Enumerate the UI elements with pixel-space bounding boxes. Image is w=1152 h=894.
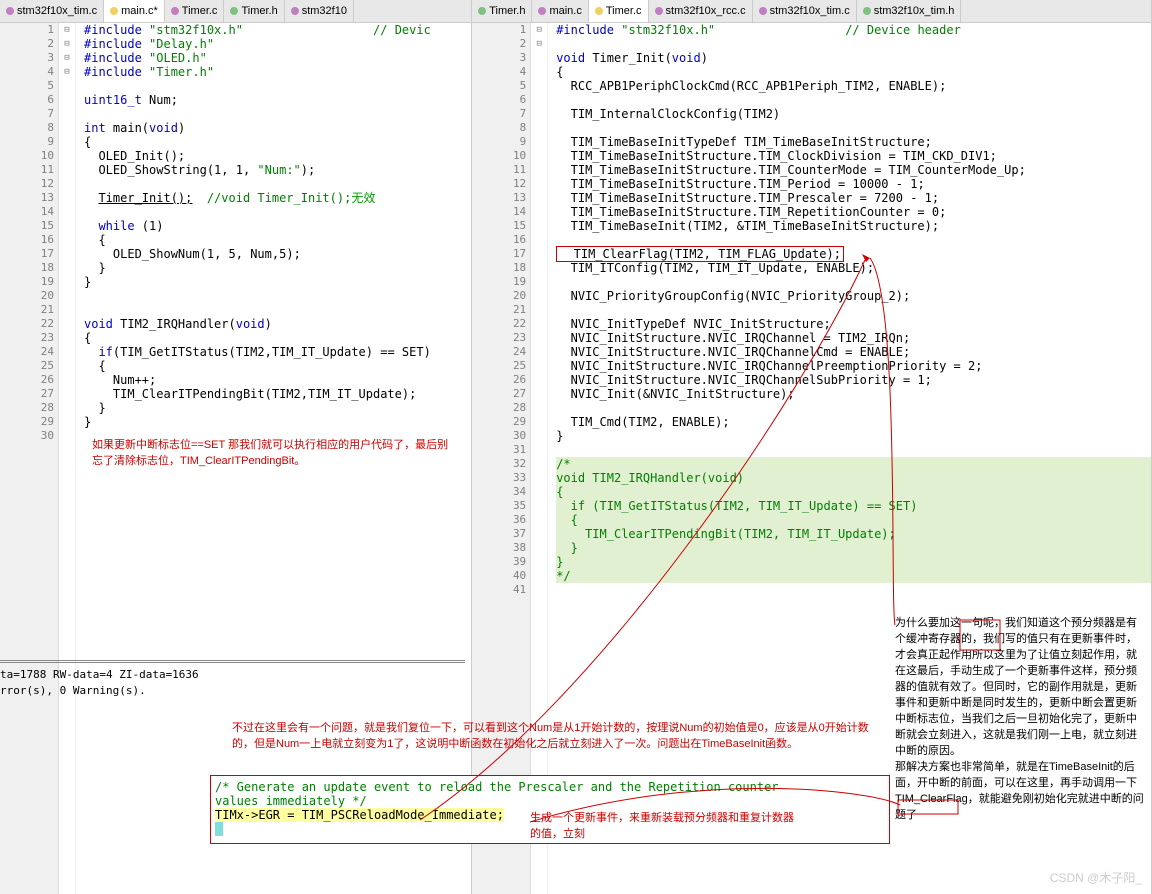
watermark: CSDN @木子阳_ bbox=[1050, 869, 1142, 886]
file-icon bbox=[6, 7, 14, 15]
snippet-line-2: values immediately */ bbox=[215, 794, 885, 808]
file-icon bbox=[291, 7, 299, 15]
annotation-left-red: 如果更新中断标志位==SET 那我们就可以执行相应的用户代码了，最后别忘了清除标… bbox=[92, 437, 452, 469]
tab-timer-c[interactable]: Timer.c bbox=[165, 0, 225, 22]
file-icon bbox=[478, 7, 486, 15]
tab-label: main.c* bbox=[121, 5, 158, 17]
annotation-right-long: 为什么要加这一句呢，我们知道这个预分频器是有个缓冲寄存器的，我们写的值只有在更新… bbox=[895, 615, 1145, 823]
file-icon bbox=[171, 7, 179, 15]
file-icon bbox=[110, 7, 118, 15]
tab-label: Timer.h bbox=[241, 5, 277, 17]
tab-stm32f10x-tim-c[interactable]: stm32f10x_tim.c bbox=[753, 0, 857, 22]
left-fold-column[interactable]: ⊟⊟⊟⊟ bbox=[59, 23, 76, 894]
tab-stm32f10[interactable]: stm32f10 bbox=[285, 0, 354, 22]
snippet-line-3: TIMx->EGR = TIM_PSCReloadMode_Immediate; bbox=[215, 808, 504, 822]
right-gutter: 1234567891011121314151617181920212223242… bbox=[472, 23, 531, 894]
file-icon bbox=[230, 7, 238, 15]
file-icon bbox=[759, 7, 767, 15]
output-line-1: ta=1788 RW-data=4 ZI-data=1636 bbox=[0, 667, 465, 683]
tab-label: stm32f10x_rcc.c bbox=[666, 5, 746, 17]
tab-label: stm32f10x_tim.h bbox=[874, 5, 955, 17]
tab-main-c-[interactable]: main.c* bbox=[104, 0, 165, 23]
file-icon bbox=[863, 7, 871, 15]
file-icon bbox=[595, 7, 603, 15]
tab-stm32f10x-tim-c[interactable]: stm32f10x_tim.c bbox=[0, 0, 104, 22]
annotation-middle-red: 不过在这里会有一个问题，就是我们复位一下，可以看到这个Num是从1开始计数的，按… bbox=[232, 720, 872, 752]
output-line-2: rror(s), 0 Warning(s). bbox=[0, 683, 465, 699]
file-icon bbox=[655, 7, 663, 15]
left-tabbar: stm32f10x_tim.c main.c* Timer.c Timer.h stm3… bbox=[0, 0, 471, 23]
tab-main-c[interactable]: main.c bbox=[532, 0, 588, 22]
snippet-annotation: 生成一个更新事件，来重新装载预分频器和重复计数器的值，立刻 bbox=[530, 810, 800, 842]
tab-label: stm32f10 bbox=[302, 5, 347, 17]
tab-timer-h[interactable]: Timer.h bbox=[224, 0, 284, 22]
tab-label: main.c bbox=[549, 5, 581, 17]
right-fold-column[interactable]: ⊟⊟ bbox=[531, 23, 548, 894]
right-tabbar: Timer.h main.c Timer.c stm32f10x_rcc.c stm32… bbox=[472, 0, 1151, 23]
tab-label: stm32f10x_tim.c bbox=[17, 5, 97, 17]
cursor-icon bbox=[215, 822, 223, 836]
file-icon bbox=[538, 7, 546, 15]
tab-label: Timer.c bbox=[182, 5, 218, 17]
tab-stm32f10x-rcc-c[interactable]: stm32f10x_rcc.c bbox=[649, 0, 753, 22]
snippet-line-1: /* Generate an update event to reload th… bbox=[215, 780, 885, 794]
tab-stm32f10x-tim-h[interactable]: stm32f10x_tim.h bbox=[857, 0, 962, 22]
tab-timer-c[interactable]: Timer.c bbox=[589, 0, 649, 23]
tab-label: stm32f10x_tim.c bbox=[770, 5, 850, 17]
left-gutter: 1234567891011121314151617181920212223242… bbox=[0, 23, 59, 894]
tab-label: Timer.c bbox=[606, 5, 642, 17]
build-output: ta=1788 RW-data=4 ZI-data=1636 rror(s), … bbox=[0, 660, 465, 699]
tab-timer-h[interactable]: Timer.h bbox=[472, 0, 532, 22]
tab-label: Timer.h bbox=[489, 5, 525, 17]
